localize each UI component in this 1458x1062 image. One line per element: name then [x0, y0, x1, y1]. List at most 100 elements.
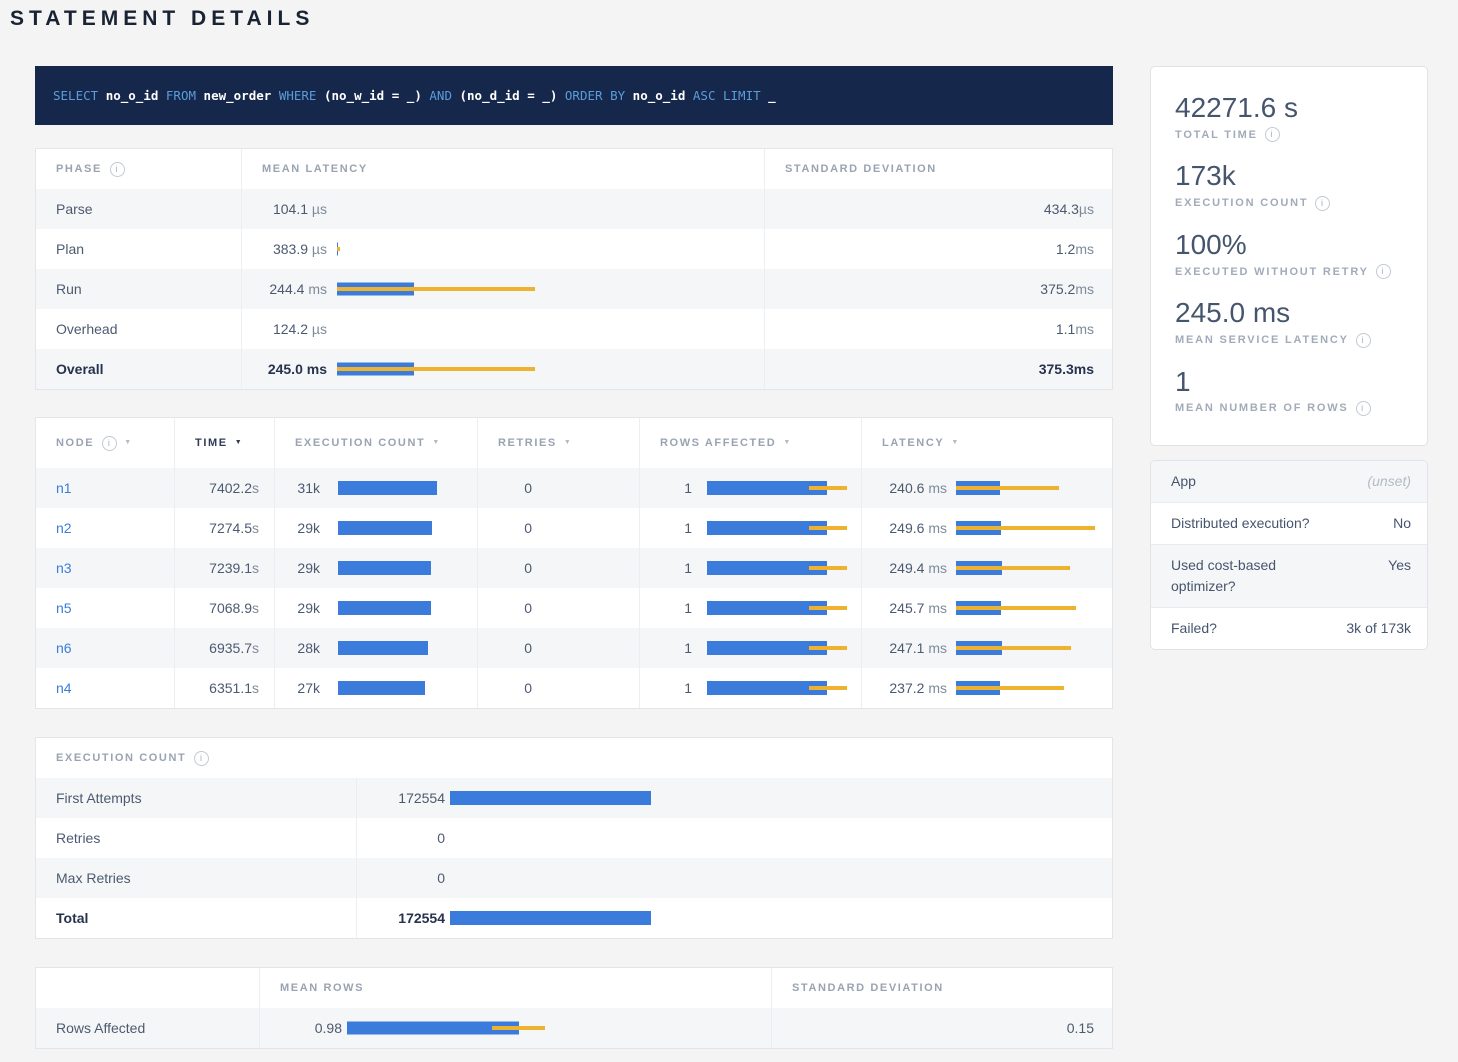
stddev-bar: [809, 566, 847, 570]
value-number: 7068.9: [209, 600, 252, 616]
node-link[interactable]: n4: [56, 680, 72, 696]
value-cell: 1: [639, 468, 861, 508]
stat-label-text: MEAN SERVICE LATENCY: [1175, 334, 1349, 346]
attribute-row: Failed?3k of 173k: [1151, 607, 1427, 649]
node-time: 7402.2 s: [174, 468, 274, 508]
value-number: 375.3: [1039, 361, 1074, 377]
info-icon[interactable]: i: [1315, 196, 1330, 211]
node-link[interactable]: n1: [56, 480, 72, 496]
attribute-value: Yes: [1315, 555, 1411, 597]
node-time: 7068.9 s: [174, 588, 274, 628]
stat-label: MEAN NUMBER OF ROWSi: [1175, 401, 1403, 416]
value-unit: ms: [924, 520, 947, 536]
phase-table-body: Parse104.1 µs434.3 µsPlan383.9 µs1.2 msR…: [36, 189, 1112, 389]
sort-arrow-icon[interactable]: ▼: [783, 439, 792, 446]
page-title: STATEMENT DETAILS: [10, 7, 314, 31]
attribute-row: Used cost-based optimizer?Yes: [1151, 544, 1427, 607]
execution-count-row: Total172554: [36, 898, 1112, 938]
node-link[interactable]: n5: [56, 600, 72, 616]
node-link[interactable]: n2: [56, 520, 72, 536]
bar-track: [532, 508, 639, 548]
stat-label: EXECUTED WITHOUT RETRYi: [1175, 264, 1403, 279]
execution-count-label: First Attempts: [36, 778, 356, 818]
value-cell: 237.2 ms: [861, 668, 1114, 708]
info-icon[interactable]: i: [1356, 401, 1371, 416]
stat-value: 42271.6 s: [1175, 93, 1403, 122]
cell-value: 0: [478, 480, 532, 496]
stat-value: 100%: [1175, 230, 1403, 259]
statement-attributes-card: App(unset)Distributed execution?NoUsed c…: [1150, 460, 1428, 650]
node-table-body: n17402.2 s31k01240.6 msn27274.5 s29k0124…: [36, 468, 1112, 708]
node-column-header[interactable]: LATENCY▼: [861, 418, 1114, 468]
value-number: 245.7: [889, 600, 924, 616]
bar-track: [532, 668, 639, 708]
column-header-label: NODE: [56, 437, 94, 449]
value-unit: µs: [1079, 201, 1094, 217]
phase-row: Run244.4 ms375.2 ms: [36, 269, 1112, 309]
sort-arrow-icon[interactable]: ▼: [564, 439, 573, 446]
info-icon[interactable]: i: [110, 162, 125, 177]
stat-label: TOTAL TIMEi: [1175, 127, 1403, 142]
sort-arrow-icon[interactable]: ▼: [951, 439, 960, 446]
sort-arrow-icon[interactable]: ▼: [432, 439, 441, 446]
cell-value: 0: [357, 870, 445, 886]
sort-arrow-icon[interactable]: ▼: [124, 439, 133, 446]
value-cell: 1: [639, 668, 861, 708]
info-icon[interactable]: i: [194, 751, 209, 766]
node-column-header[interactable]: ROWS AFFECTED▼: [639, 418, 861, 468]
stddev-bar: [809, 686, 847, 690]
sql-keyword: FROM: [166, 88, 196, 103]
execution-count-row: Retries0: [36, 818, 1112, 858]
value-cell: 0: [356, 818, 1114, 858]
sql-identifier: no_o_id: [633, 88, 686, 103]
node-row: n57068.9 s29k01245.7 ms: [36, 588, 1112, 628]
phase-column-header: PHASE i: [36, 149, 241, 189]
sql-identifier: new_order: [204, 88, 272, 103]
cell-value: 31k: [275, 480, 320, 496]
value-cell: 29k: [274, 508, 477, 548]
info-icon[interactable]: i: [1265, 127, 1280, 142]
value-unit: s: [252, 640, 259, 656]
phase-row: Overall245.0 ms375.3 ms: [36, 349, 1112, 389]
node-link[interactable]: n6: [56, 640, 72, 656]
cell-value: 0.98: [260, 1020, 342, 1036]
phase-label: Plan: [36, 229, 241, 269]
node-column-header[interactable]: NODE i ▼: [36, 418, 174, 468]
node-link[interactable]: n3: [56, 560, 72, 576]
bar-track: [337, 189, 764, 229]
sort-arrow-icon[interactable]: ▼: [235, 439, 244, 446]
attribute-row: Distributed execution?No: [1151, 502, 1427, 544]
attribute-row: App(unset): [1151, 461, 1427, 502]
mean-bar: [450, 791, 651, 805]
execution-count-header: EXECUTION COUNT i: [36, 738, 1112, 778]
sql-identifier: (no_w_id: [324, 88, 384, 103]
info-icon[interactable]: i: [1376, 264, 1391, 279]
stddev-bar: [956, 566, 1070, 570]
value-cell: 1: [639, 588, 861, 628]
value-cell: 0: [477, 548, 639, 588]
info-icon[interactable]: i: [102, 436, 117, 451]
node-column-header[interactable]: RETRIES▼: [477, 418, 639, 468]
value-cell: 0: [477, 668, 639, 708]
sql-identifier: _: [768, 88, 776, 103]
node-time: 6935.7 s: [174, 628, 274, 668]
rows-affected-table-header: MEAN ROWS STANDARD DEVIATION: [36, 968, 1112, 1008]
stddev-bar: [809, 606, 847, 610]
stat-item: 245.0 msMEAN SERVICE LATENCYi: [1175, 298, 1403, 347]
stddev-value: 375.3 ms: [764, 349, 1114, 389]
value-unit: s: [252, 520, 259, 536]
node-id-cell: n2: [36, 508, 174, 548]
execution-count-label: Retries: [36, 818, 356, 858]
cell-value: 29k: [275, 520, 320, 536]
cell-value: 1: [640, 560, 692, 576]
phase-table-header: PHASE i MEAN LATENCY STANDARD DEVIATION: [36, 149, 1112, 189]
node-column-header[interactable]: EXECUTION COUNT▼: [274, 418, 477, 468]
value-unit: ms: [924, 640, 947, 656]
cell-value: 0: [478, 560, 532, 576]
value-number: 240.6: [889, 480, 924, 496]
execution-count-table-body: First Attempts172554Retries0Max Retries0…: [36, 778, 1112, 938]
cell-value: 1: [640, 600, 692, 616]
node-column-header[interactable]: TIME▼: [174, 418, 274, 468]
sql-identifier: no_o_id: [106, 88, 159, 103]
info-icon[interactable]: i: [1356, 333, 1371, 348]
